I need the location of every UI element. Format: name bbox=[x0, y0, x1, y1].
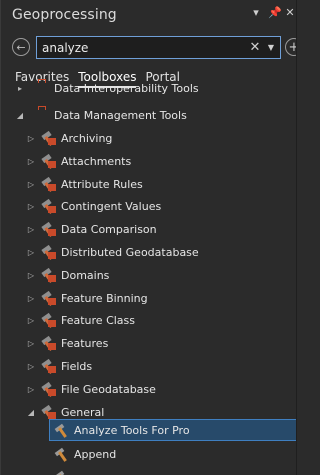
expand-caret-icon[interactable]: ▷ bbox=[26, 316, 36, 325]
tree-row-label: Feature Class bbox=[61, 313, 136, 327]
collapse-caret-icon[interactable]: ◢ bbox=[15, 111, 25, 120]
back-button[interactable]: ← bbox=[12, 38, 30, 56]
toolset-icon bbox=[41, 221, 56, 237]
tree-row-label: Features bbox=[61, 336, 109, 350]
titlebar-controls: ▾ 📌 ✕ bbox=[251, 6, 295, 19]
tree-row-label: Contingent Values bbox=[61, 199, 162, 213]
hammer-icon bbox=[54, 470, 69, 475]
tree-row-label: Feature Binning bbox=[61, 291, 148, 305]
tree-row-tool-selected[interactable]: Analyze Tools For Pro bbox=[49, 419, 296, 441]
hammer-icon bbox=[54, 447, 69, 462]
toolbox-icon bbox=[34, 82, 49, 95]
tree-row-toolbox[interactable]: ▸ Data Interoperability Tools bbox=[1, 77, 296, 99]
expand-caret-icon[interactable]: ▷ bbox=[26, 294, 36, 303]
search-input[interactable]: analyze bbox=[42, 41, 248, 55]
tree-row-label: File Geodatabase bbox=[61, 382, 156, 396]
toolset-icon bbox=[41, 358, 56, 374]
toolset-icon bbox=[41, 130, 56, 146]
toolset-icon bbox=[41, 381, 56, 397]
tree-row-toolset[interactable]: ▷ Archiving bbox=[1, 127, 296, 149]
tree-row-label: Data Management Tools bbox=[54, 108, 187, 122]
tree-row-label: Distributed Geodatabase bbox=[61, 245, 199, 259]
tree-row-toolset[interactable]: ▷ Attribute Rules bbox=[1, 173, 296, 195]
expand-caret-icon[interactable]: ▷ bbox=[26, 362, 36, 371]
tree-row-toolset[interactable]: ▷ Contingent Values bbox=[1, 195, 296, 217]
toolset-icon bbox=[41, 404, 56, 420]
tree-row-tool[interactable]: Append bbox=[1, 443, 296, 465]
add-button[interactable]: + bbox=[285, 38, 296, 56]
expand-caret-icon[interactable]: ▷ bbox=[26, 202, 36, 211]
toolset-icon bbox=[41, 335, 56, 351]
search-box[interactable]: analyze ✕ ▼ bbox=[36, 36, 281, 59]
tree-row-toolset[interactable]: ▷ File Geodatabase bbox=[1, 378, 296, 400]
expand-caret-icon[interactable]: ▷ bbox=[26, 248, 36, 257]
tree-row-toolset[interactable]: ▷ Fields bbox=[1, 355, 296, 377]
toolset-icon bbox=[41, 267, 56, 283]
toolset-icon bbox=[41, 244, 56, 260]
toolset-icon bbox=[41, 198, 56, 214]
tree-row-label: General bbox=[61, 405, 105, 419]
expand-caret-icon[interactable]: ▸ bbox=[15, 84, 25, 93]
expand-caret-icon[interactable]: ▷ bbox=[26, 134, 36, 143]
tree-row-label: Archiving bbox=[61, 131, 113, 145]
tree-row-toolset[interactable]: ▷ Attachments bbox=[1, 150, 296, 172]
tree-row-toolset[interactable]: ▷ Features bbox=[1, 332, 296, 354]
back-arrow-icon: ← bbox=[16, 40, 26, 54]
plus-icon: + bbox=[289, 40, 296, 55]
tree-row-label: Attribute Rules bbox=[61, 177, 143, 191]
tree-row-label: Analyze Tools For Pro bbox=[74, 423, 190, 437]
tree-row-toolset[interactable]: ▷ Data Comparison bbox=[1, 218, 296, 240]
pane-title: Geoprocessing bbox=[12, 7, 117, 23]
tree-row-label: Data Interoperability Tools bbox=[54, 81, 199, 95]
tree-row-label: Domains bbox=[61, 268, 110, 282]
toolset-icon bbox=[41, 153, 56, 169]
expand-caret-icon[interactable]: ▷ bbox=[26, 157, 36, 166]
dropdown-icon[interactable]: ▼ bbox=[266, 43, 276, 52]
tree-row-label: Attachments bbox=[61, 154, 132, 168]
tree-row-tool[interactable] bbox=[1, 466, 296, 475]
close-icon[interactable]: ✕ bbox=[285, 6, 295, 19]
toolset-icon bbox=[41, 176, 56, 192]
menu-icon[interactable]: ▾ bbox=[251, 6, 261, 19]
tree-row-toolset[interactable]: ▷ Feature Binning bbox=[1, 287, 296, 309]
expand-caret-icon[interactable]: ▷ bbox=[26, 180, 36, 189]
tree-row-label: Data Comparison bbox=[61, 222, 157, 236]
expand-caret-icon[interactable]: ▷ bbox=[26, 339, 36, 348]
clear-icon[interactable]: ✕ bbox=[248, 40, 262, 55]
expand-caret-icon[interactable]: ▷ bbox=[26, 385, 36, 394]
pane-titlebar: Geoprocessing ▾ 📌 ✕ bbox=[1, 0, 296, 30]
geoprocessing-pane: Geoprocessing ▾ 📌 ✕ ← analyze ✕ ▼ + Favo… bbox=[0, 0, 297, 475]
tree-row-toolbox[interactable]: ◢ Data Management Tools bbox=[1, 104, 296, 126]
toolset-icon bbox=[41, 290, 56, 306]
hammer-icon bbox=[54, 423, 69, 438]
tree-row-toolset[interactable]: ▷ Domains bbox=[1, 264, 296, 286]
expand-caret-icon[interactable]: ▷ bbox=[26, 271, 36, 280]
collapse-caret-icon[interactable]: ◢ bbox=[26, 408, 36, 417]
tree-row-label: Fields bbox=[61, 359, 93, 373]
expand-caret-icon[interactable]: ▷ bbox=[26, 225, 36, 234]
pin-icon[interactable]: 📌 bbox=[268, 6, 282, 19]
tree-row-toolset[interactable]: ▷ Feature Class bbox=[1, 309, 296, 331]
toolset-icon bbox=[41, 312, 56, 328]
toolbox-icon bbox=[34, 109, 49, 122]
tree-row-toolset[interactable]: ▷ Distributed Geodatabase bbox=[1, 241, 296, 263]
tree-row-label: Append bbox=[74, 447, 117, 461]
